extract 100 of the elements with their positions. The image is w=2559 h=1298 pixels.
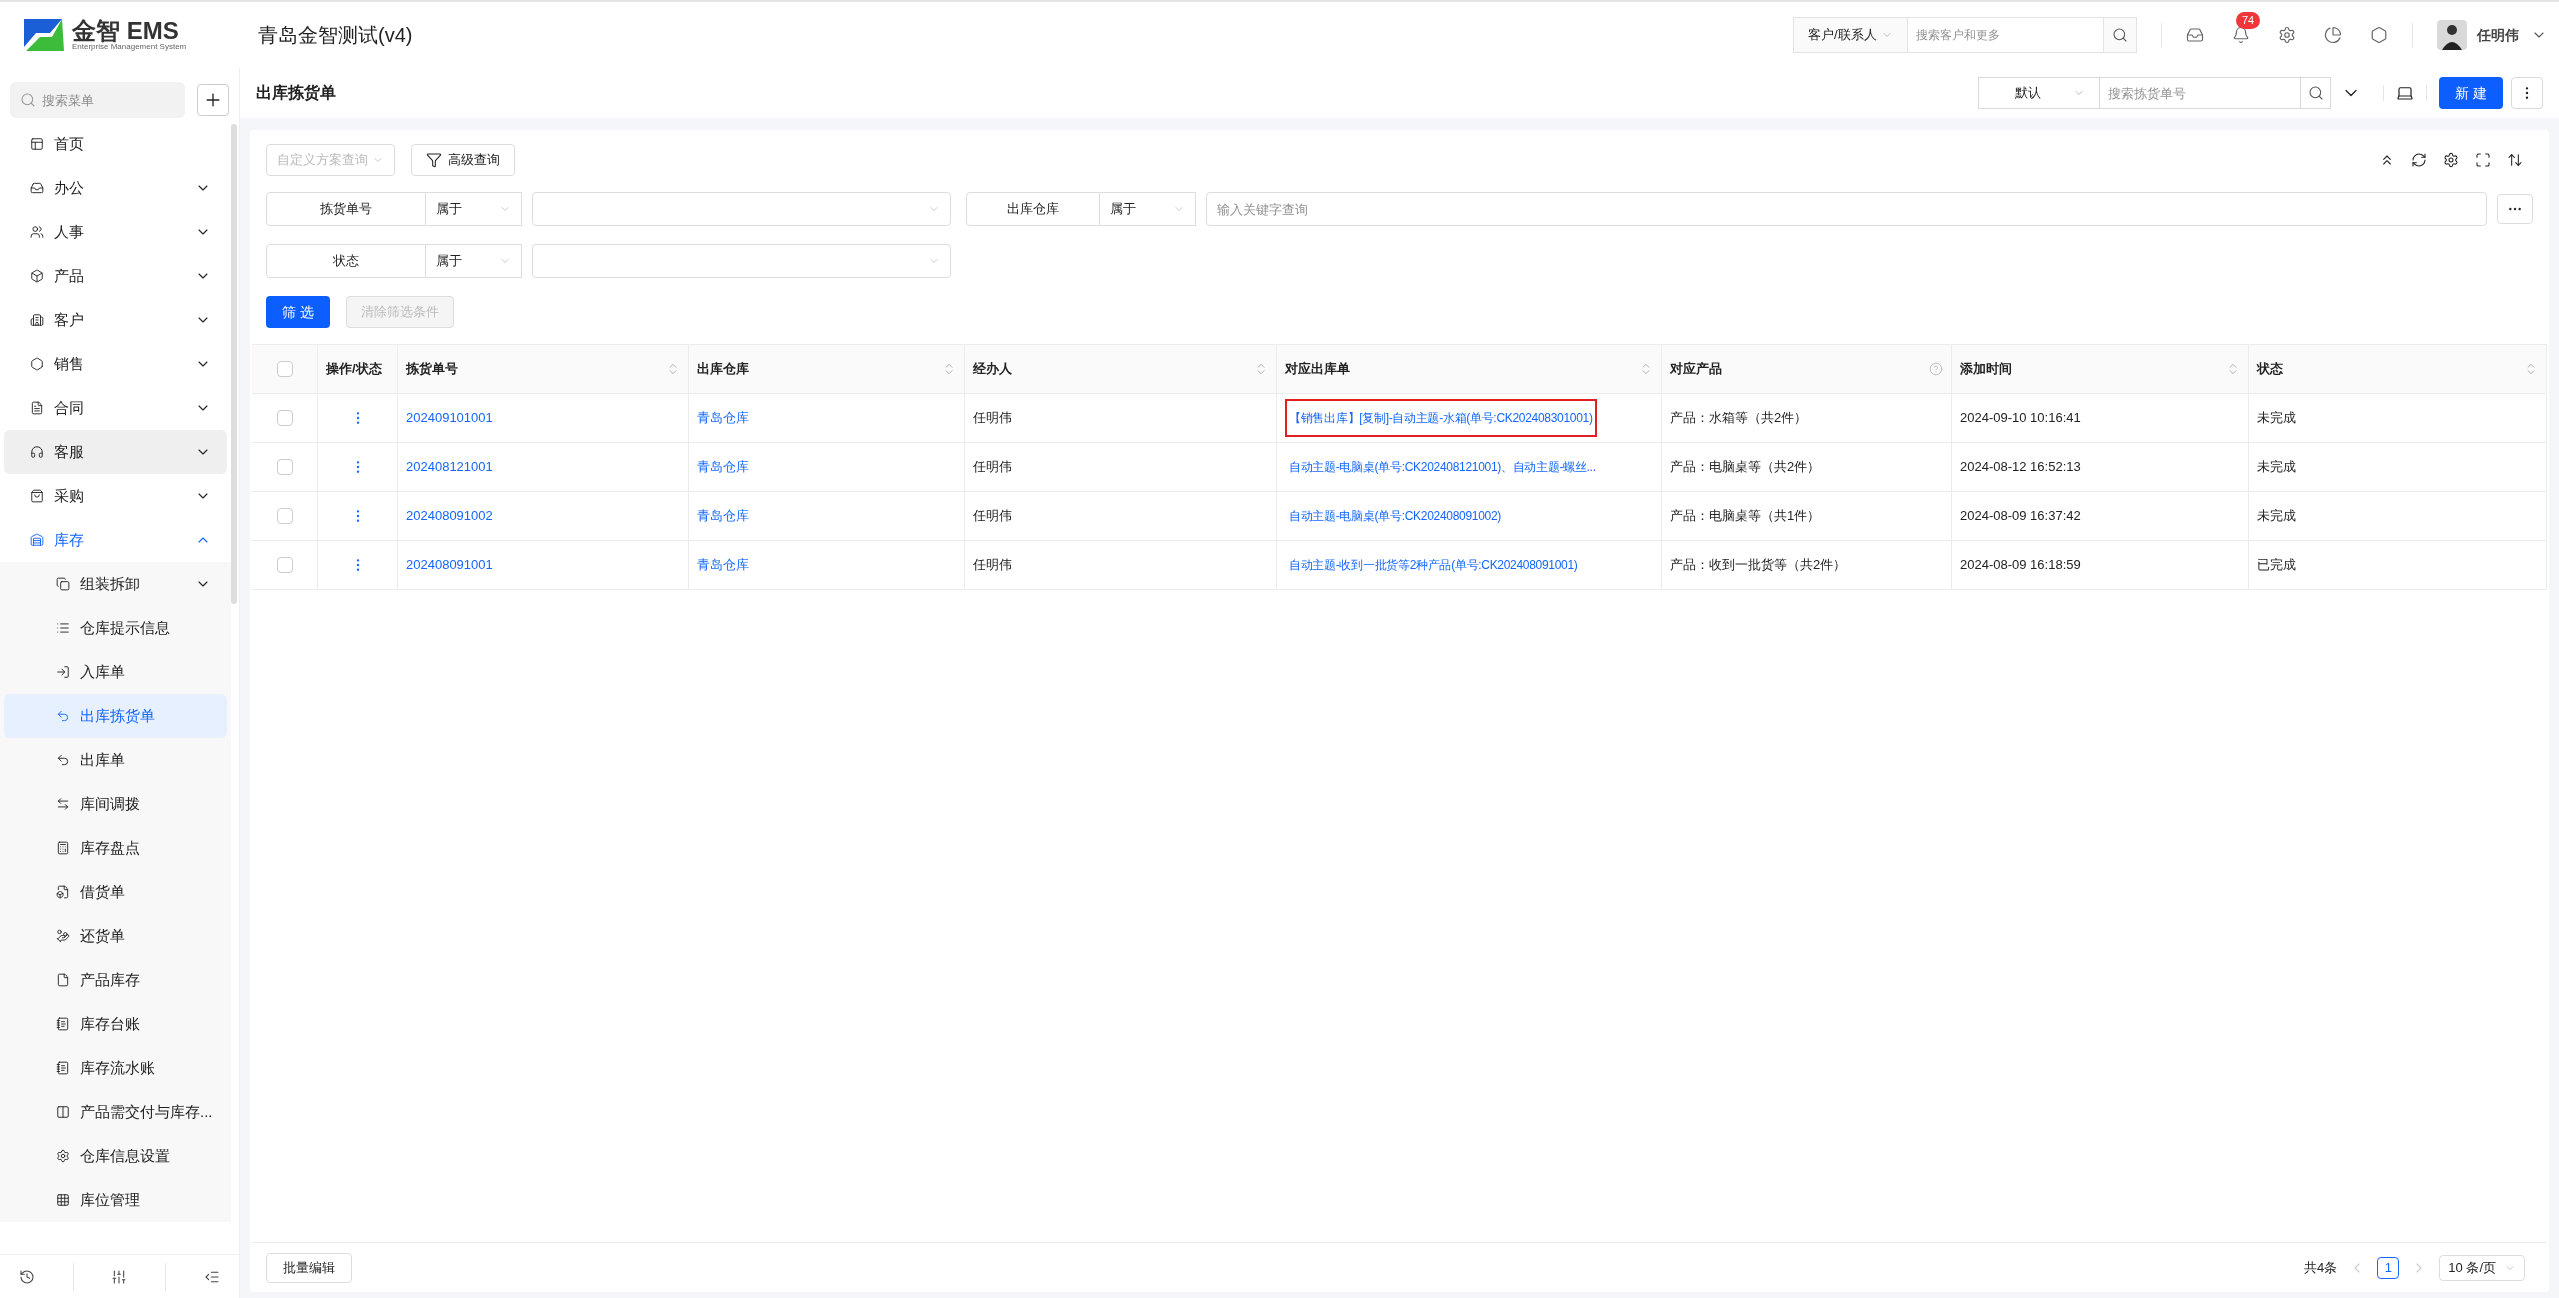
outbound-order-link[interactable]: 【销售出库】[复制]-自动主题-水箱(单号:CK202408301001) <box>1285 399 1597 437</box>
up-down-arrow-icon[interactable] <box>2507 152 2523 168</box>
sidebar-item[interactable]: 库存台账 <box>4 1002 227 1046</box>
warehouse-link[interactable]: 青岛仓库 <box>697 555 749 575</box>
sidebar-item[interactable]: 库存 <box>4 518 227 562</box>
operator-select[interactable]: 属于 <box>1100 192 1196 226</box>
search-field[interactable]: 搜索客户和更多 <box>1907 17 2103 53</box>
file-icon <box>56 973 70 987</box>
scope-select[interactable]: 客户/联系人 <box>1793 17 1908 53</box>
history-icon[interactable] <box>18 1268 35 1285</box>
page-size-select[interactable]: 10 条/页 <box>2439 1254 2525 1281</box>
column-header[interactable]: 对应出库单 <box>1285 355 1653 383</box>
sidebar-item[interactable]: 客服 <box>4 430 227 474</box>
keyword-field[interactable]: 输入关键字查询 <box>1206 192 2487 226</box>
sidebar-item[interactable]: 产品库存 <box>4 958 227 1002</box>
table-cell-text: 产品：收到一批货等（共2件） <box>1670 556 1847 575</box>
view-select[interactable]: 默认 <box>1978 77 2100 109</box>
warehouse-icon <box>30 533 44 547</box>
user-name[interactable]: 任明伟 <box>2477 24 2519 46</box>
sidebar-item[interactable]: 合同 <box>4 386 227 430</box>
outbound-order-link[interactable]: 自动主题-收到一批货等2种产品(单号:CK202408091001) <box>1285 546 1582 584</box>
select-all-checkbox[interactable] <box>276 361 293 377</box>
sidebar-item[interactable]: 销售 <box>4 342 227 386</box>
warehouse-link[interactable]: 青岛仓库 <box>697 506 749 526</box>
sidebar-item[interactable]: 库存流水账 <box>4 1046 227 1090</box>
logo-title: 金智 EMS <box>72 19 180 43</box>
sidebar-item[interactable]: 首页 <box>4 122 227 166</box>
sidebar-item[interactable]: 产品需交付与库存... <box>4 1090 227 1134</box>
column-header[interactable]: 拣货单号 <box>406 355 680 383</box>
table-cell-text: 任明伟 <box>973 409 1012 428</box>
filter-button[interactable]: 筛 选 <box>266 296 330 328</box>
row-checkbox[interactable] <box>276 410 293 426</box>
sliders-icon[interactable] <box>111 1268 128 1285</box>
new-button[interactable]: 新 建 <box>2439 77 2503 109</box>
refresh-icon[interactable] <box>2411 152 2427 168</box>
column-header[interactable]: 经办人 <box>973 355 1268 383</box>
sidebar-item[interactable]: 仓库信息设置 <box>4 1134 227 1178</box>
sidebar-item[interactable]: 库存盘点 <box>4 826 227 870</box>
building-icon <box>30 313 44 327</box>
page-button[interactable]: 1 <box>2377 1256 2400 1279</box>
sidebar-item[interactable]: 客户 <box>4 298 227 342</box>
pick-number-link[interactable]: 202408091001 <box>406 555 493 575</box>
pick-number-link[interactable]: 202409101001 <box>406 408 493 428</box>
sidebar-item[interactable]: 库间调拨 <box>4 782 227 826</box>
box-icon <box>30 269 44 283</box>
search-field[interactable]: 搜索拣货单号 <box>2100 77 2300 109</box>
bag-icon <box>30 489 44 503</box>
pie-chart-icon[interactable] <box>2324 26 2342 44</box>
column-header: 对应产品 <box>1670 355 1943 383</box>
settings-icon[interactable] <box>2443 152 2459 168</box>
pick-number-link[interactable]: 202408091002 <box>406 506 493 526</box>
outbound-order-link[interactable]: 自动主题-电脑桌(单号:CK202408091002) <box>1285 497 1505 535</box>
table-cell-text: 未完成 <box>2257 409 2296 428</box>
advanced-query-button[interactable]: 高级查询 <box>411 144 515 176</box>
table-cell-text: 任明伟 <box>973 556 1012 575</box>
sidebar-item[interactable]: 仓库提示信息 <box>4 606 227 650</box>
sidebar-item[interactable]: 还货单 <box>4 914 227 958</box>
row-checkbox[interactable] <box>276 557 293 573</box>
filter-field-label: 出库仓库 <box>966 192 1100 226</box>
notification-icon[interactable] <box>2232 26 2250 44</box>
filter-field-label: 拣货单号 <box>266 192 426 226</box>
pick-number-link[interactable]: 202408121001 <box>406 457 493 477</box>
sidebar-item[interactable]: 产品 <box>4 254 227 298</box>
table-cell-text: 2024-08-09 16:37:42 <box>1960 507 2081 526</box>
fullscreen-icon[interactable] <box>2475 152 2491 168</box>
sidebar-item[interactable]: 借货单 <box>4 870 227 914</box>
hexagon-icon[interactable] <box>2370 26 2388 44</box>
row-checkbox[interactable] <box>276 459 293 475</box>
operator-select[interactable]: 属于 <box>426 192 522 226</box>
column-header[interactable]: 添加时间 <box>1960 355 2240 383</box>
sidebar-item[interactable]: 人事 <box>4 210 227 254</box>
sidebar-item[interactable]: 库位管理 <box>4 1178 227 1222</box>
inbox-icon[interactable] <box>2186 26 2204 44</box>
scrollbar[interactable] <box>231 124 237 604</box>
table-cell-text: 2024-09-10 10:16:41 <box>1960 409 2081 428</box>
sidebar-item[interactable]: 入库单 <box>4 650 227 694</box>
notebook-icon <box>56 1017 70 1031</box>
operator-select[interactable]: 属于 <box>426 244 522 278</box>
sidebar-item[interactable]: 出库单 <box>4 738 227 782</box>
warehouse-link[interactable]: 青岛仓库 <box>697 457 749 477</box>
column-header[interactable]: 状态 <box>2257 355 2538 383</box>
sidebar-item[interactable]: 出库拣货单 <box>4 694 227 738</box>
search-button[interactable] <box>2300 77 2331 109</box>
table-cell-text: 产品：电脑桌等（共2件） <box>1670 458 1821 477</box>
warehouse-link[interactable]: 青岛仓库 <box>697 408 749 428</box>
sidebar-item[interactable]: 组装拆卸 <box>4 562 227 606</box>
batch-edit-button[interactable]: 批量编辑 <box>266 1252 352 1283</box>
add-button[interactable] <box>197 84 229 116</box>
search-button[interactable] <box>2103 17 2137 53</box>
row-checkbox[interactable] <box>276 508 293 524</box>
menu-search-field[interactable]: 搜索菜单 <box>10 82 185 118</box>
laptop-icon[interactable] <box>2396 84 2414 102</box>
logo-icon <box>22 17 66 53</box>
table-cell-text: 任明伟 <box>973 507 1012 526</box>
outbound-order-link[interactable]: 自动主题-电脑桌(单号:CK202408121001)、自动主题-螺丝... <box>1285 448 1600 486</box>
sidebar-item[interactable]: 采购 <box>4 474 227 518</box>
column-header: 操作/状态 <box>326 360 383 379</box>
sidebar-item[interactable]: 办公 <box>4 166 227 210</box>
calculator-icon <box>56 841 70 855</box>
column-header[interactable]: 出库仓库 <box>697 355 956 383</box>
